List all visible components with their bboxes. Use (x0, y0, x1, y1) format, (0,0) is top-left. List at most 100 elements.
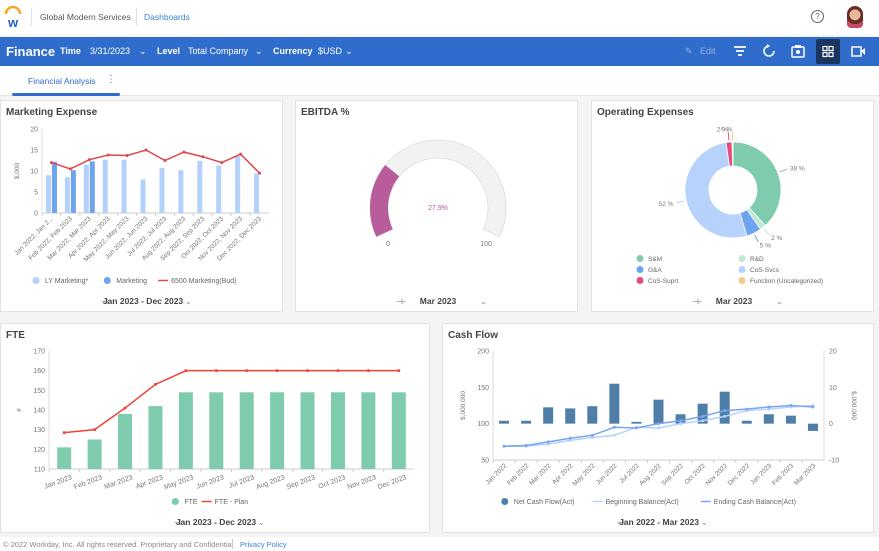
bar-fte[interactable] (300, 392, 315, 469)
level-select[interactable]: Total Company (188, 46, 248, 56)
bar-net-cash-flow-act-[interactable] (609, 383, 620, 424)
line-point[interactable] (568, 436, 572, 440)
chevron-down-icon[interactable]: ⌄ (701, 518, 708, 527)
bar-net-cash-flow-act-[interactable] (543, 407, 554, 424)
line-point[interactable] (789, 404, 793, 407)
bar-fte[interactable] (391, 392, 406, 469)
refresh-icon[interactable] (762, 44, 776, 58)
bar-ly-marketing-[interactable] (140, 179, 146, 213)
bar-fte[interactable] (118, 413, 133, 469)
line-point[interactable] (306, 369, 310, 373)
period-selector[interactable]: ⊣- Mar 2023 ⌄ (396, 296, 487, 306)
line-point[interactable] (220, 161, 224, 165)
legend-item[interactable]: Ending Cash Balance(Act) (700, 499, 796, 506)
chevron-down-icon[interactable]: ⌄ (255, 46, 263, 57)
line-point[interactable] (546, 440, 550, 444)
line-point[interactable] (612, 433, 616, 437)
line-point[interactable] (502, 444, 506, 448)
line-point[interactable] (811, 405, 815, 409)
bar-fte[interactable] (178, 392, 193, 469)
chevron-down-icon[interactable]: ⌄ (776, 297, 783, 306)
pencil-icon[interactable]: ✎ (685, 46, 693, 57)
line-point[interactable] (366, 369, 370, 373)
legend-item[interactable]: Net Cash Flow(Act) (501, 498, 574, 506)
legend-item[interactable]: Marketing (103, 277, 147, 285)
line-point[interactable] (184, 369, 188, 373)
bar-ly-marketing-[interactable] (121, 159, 127, 213)
line-point[interactable] (767, 405, 771, 409)
line-point[interactable] (745, 407, 749, 411)
line-point[interactable] (68, 167, 72, 171)
line-point[interactable] (397, 369, 401, 373)
bar-net-cash-flow-act-[interactable] (807, 423, 818, 431)
legend-item[interactable]: Function (Uncategorized) (738, 277, 823, 285)
line-point[interactable] (336, 369, 340, 373)
legend-item[interactable]: G&A (636, 266, 663, 274)
bar-ly-marketing-[interactable] (83, 164, 89, 213)
bar-net-cash-flow-act-[interactable] (631, 421, 642, 424)
chevron-down-icon[interactable]: ⌄ (185, 297, 192, 306)
bar-ly-marketing-[interactable] (45, 175, 51, 213)
line-point[interactable] (657, 422, 660, 426)
line-point[interactable] (239, 152, 243, 156)
bar-net-cash-flow-act-[interactable] (565, 408, 576, 424)
line-point[interactable] (723, 409, 727, 413)
legend-item[interactable]: LY Marketing* (32, 277, 89, 285)
bar-ly-marketing-[interactable] (254, 173, 260, 213)
line-point[interactable] (106, 153, 110, 157)
bar-ly-marketing-[interactable] (159, 168, 165, 213)
bar-fte[interactable] (270, 392, 285, 469)
line-point[interactable] (245, 369, 249, 373)
line-point[interactable] (723, 414, 727, 418)
legend-item[interactable]: Beginning Balance(Act) (592, 499, 679, 506)
bar-ly-marketing-[interactable] (64, 177, 70, 213)
legend-item[interactable]: FTE (171, 498, 198, 506)
bar-ly-marketing-[interactable] (102, 159, 108, 213)
bar-fte[interactable] (330, 392, 345, 469)
line-point[interactable] (125, 153, 129, 157)
video-icon[interactable] (851, 46, 866, 57)
bar-net-cash-flow-act-[interactable] (719, 391, 730, 424)
line-point[interactable] (214, 369, 218, 373)
bar-net-cash-flow-act-[interactable] (785, 415, 796, 424)
line-point[interactable] (679, 422, 683, 426)
bar-ly-marketing-[interactable] (235, 156, 241, 213)
chevron-down-icon[interactable]: ⌄ (480, 297, 487, 306)
line-point[interactable] (153, 382, 157, 386)
chevron-down-icon[interactable]: ⌄ (258, 518, 265, 527)
time-select[interactable]: 3/31/2023 (90, 46, 130, 56)
bar-net-cash-flow-act-[interactable] (521, 420, 532, 424)
chevron-down-icon[interactable]: ⌄ (345, 46, 353, 57)
legend-item[interactable]: CoS-Svcs (738, 266, 780, 274)
bar-marketing[interactable] (89, 161, 95, 213)
period-selector[interactable]: ⊣-Jan 2023 - Dec 2023 ⌄ (174, 517, 265, 527)
filter-icon[interactable] (733, 45, 747, 57)
dashboards-link[interactable]: Dashboards (144, 12, 190, 22)
line-point[interactable] (701, 414, 705, 418)
line-point[interactable] (657, 426, 660, 430)
line-point[interactable] (49, 161, 53, 165)
line-point[interactable] (258, 171, 262, 175)
legend-item[interactable]: S&M (636, 255, 663, 263)
bar-ly-marketing-[interactable] (178, 170, 184, 213)
line-point[interactable] (275, 369, 279, 373)
chevron-down-icon[interactable]: ⌄ (139, 46, 147, 57)
grid-view-icon[interactable] (816, 39, 840, 64)
period-selector[interactable]: ⊣-Jan 2022 - Mar 2023 ⌄ (617, 517, 708, 527)
bar-fte[interactable] (361, 392, 376, 469)
privacy-policy-link[interactable]: Privacy Policy (240, 540, 287, 549)
user-avatar[interactable] (847, 6, 863, 28)
line-point[interactable] (201, 155, 205, 159)
legend-item[interactable]: CoS-Suprt (636, 277, 679, 285)
bar-net-cash-flow-act-[interactable] (653, 399, 664, 424)
line-point[interactable] (612, 425, 616, 429)
line-point[interactable] (87, 158, 91, 162)
bar-marketing[interactable] (51, 161, 57, 213)
kebab-menu-icon[interactable]: ⋮ (106, 74, 116, 85)
question-circle-icon[interactable]: ? (811, 10, 824, 23)
bar-marketing[interactable] (70, 170, 76, 213)
camera-icon[interactable] (791, 44, 805, 58)
line-point[interactable] (679, 419, 683, 423)
bar-fte[interactable] (209, 392, 224, 469)
line-point[interactable] (524, 443, 528, 447)
